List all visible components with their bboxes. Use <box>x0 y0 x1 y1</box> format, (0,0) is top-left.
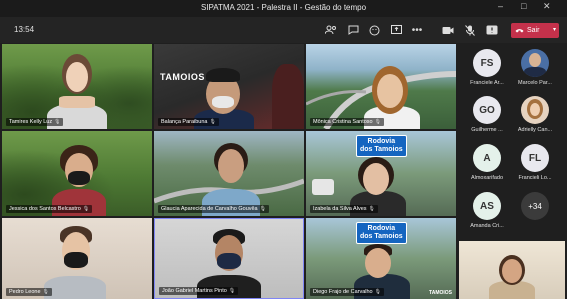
video-tile[interactable]: Mônica Cristina Santoso 🎙 <box>306 44 456 129</box>
avatar-label: Franciele Ar... <box>470 80 504 86</box>
minimize-icon[interactable]: – <box>498 1 503 11</box>
leave-label: Sair <box>527 27 540 34</box>
more-options-icon[interactable]: ••• <box>410 23 424 37</box>
chevron-down-icon[interactable]: ▾ <box>553 26 556 33</box>
avatar-label: Marcelo Par... <box>518 80 552 86</box>
avatar[interactable]: A <box>473 144 501 172</box>
meeting-toolbar: 13:54 ••• Sair ▾ <box>0 17 567 43</box>
participant-nameplate: Pedro Leone 🎙 <box>6 288 52 296</box>
car <box>312 179 334 195</box>
mic-off-icon: 🎙 <box>42 289 49 295</box>
camera-icon[interactable] <box>441 23 455 37</box>
mic-off-icon: 🎙 <box>228 288 236 294</box>
mic-off-icon: 🎙 <box>374 119 381 125</box>
meeting-timer: 13:54 <box>14 25 35 34</box>
share-screen-icon[interactable] <box>389 23 403 37</box>
avatar[interactable]: FS <box>473 49 501 77</box>
avatar-label: Almoxarifado <box>470 175 504 181</box>
video-tile[interactable]: Rodovia dos Tamoios Izabela da Silva Alv… <box>306 131 456 216</box>
participant-nameplate: Balança Paraibuna 🎙 <box>158 118 219 126</box>
mic-muted-icon[interactable] <box>463 23 477 37</box>
avatar-label: Amanda Cri... <box>470 223 504 229</box>
avatar[interactable] <box>521 49 549 77</box>
chat-icon[interactable] <box>346 23 360 37</box>
avatar[interactable]: AS <box>473 192 501 220</box>
close-icon[interactable]: ✕ <box>543 1 551 12</box>
participant-nameplate: Glaucia Aparecida de Carvalho Gouvêa 🎙 <box>158 205 269 213</box>
avatar-label: Francieli Lo... <box>518 175 552 181</box>
mic-off-icon: 🎙 <box>259 206 266 212</box>
tamoios-logo: TAMOIOS <box>160 72 205 82</box>
mic-off-icon: 🎙 <box>54 119 61 125</box>
hang-up-icon <box>515 29 524 33</box>
video-tile[interactable]: Jessica dos Santos Belcastro 🎙 <box>2 131 152 216</box>
self-view-tile[interactable] <box>459 241 565 299</box>
avatar-label: Guilherme ... <box>471 127 503 133</box>
video-tile[interactable]: TAMOIOS Balança Paraibuna 🎙 <box>154 44 304 129</box>
title-bar: SIPATMA 2021 - Palestra II - Gestão do t… <box>0 0 567 17</box>
mic-off-icon: 🎙 <box>82 206 90 212</box>
participant-nameplate: Tamires Kelly Luz 🎙 <box>6 118 64 126</box>
avatar[interactable] <box>521 96 549 124</box>
video-tile[interactable]: Rodovia dos Tamoios TAMOIOS Diego Frajo … <box>306 218 456 299</box>
mic-off-icon: 🎙 <box>209 119 216 125</box>
video-tile[interactable]: Pedro Leone 🎙 <box>2 218 152 299</box>
more-participants-button[interactable]: +34 <box>521 192 549 220</box>
participant-nameplate: Mônica Cristina Santoso 🎙 <box>310 118 384 126</box>
raise-hand-icon[interactable] <box>485 23 499 37</box>
participants-strip: FS Franciele Ar... Marcelo Par... GO Gui… <box>459 43 567 239</box>
participant-nameplate: Izabela da Silva Alves 🎙 <box>310 205 378 213</box>
mic-off-icon: 🎙 <box>374 289 381 295</box>
avatar[interactable]: GO <box>473 96 501 124</box>
maximize-icon[interactable]: □ <box>521 1 526 11</box>
reactions-icon[interactable] <box>367 23 381 37</box>
participant-nameplate: Jessica dos Santos Belcastro 🎙 <box>6 205 93 213</box>
road-sign: Rodovia dos Tamoios <box>356 135 407 157</box>
road-sign: Rodovia dos Tamoios <box>356 222 407 244</box>
mic-off-icon: 🎙 <box>368 206 375 212</box>
tamoios-watermark: TAMOIOS <box>429 290 452 296</box>
window-title: SIPATMA 2021 - Palestra II - Gestão do t… <box>200 3 367 12</box>
participant-nameplate: João Gabriel Martins Pinto 🎙 <box>159 287 239 295</box>
avatar[interactable]: FL <box>521 144 549 172</box>
leave-button[interactable]: Sair ▾ <box>511 23 559 38</box>
video-tile[interactable]: Tamires Kelly Luz 🎙 <box>2 44 152 129</box>
video-tile[interactable]: Glaucia Aparecida de Carvalho Gouvêa 🎙 <box>154 131 304 216</box>
avatar-label: Adrielly Can... <box>517 127 553 133</box>
participants-icon[interactable] <box>324 23 338 37</box>
video-tile-active-speaker[interactable]: João Gabriel Martins Pinto 🎙 <box>154 218 304 299</box>
participant-nameplate: Diego Frajo de Carvalho 🎙 <box>310 288 384 296</box>
